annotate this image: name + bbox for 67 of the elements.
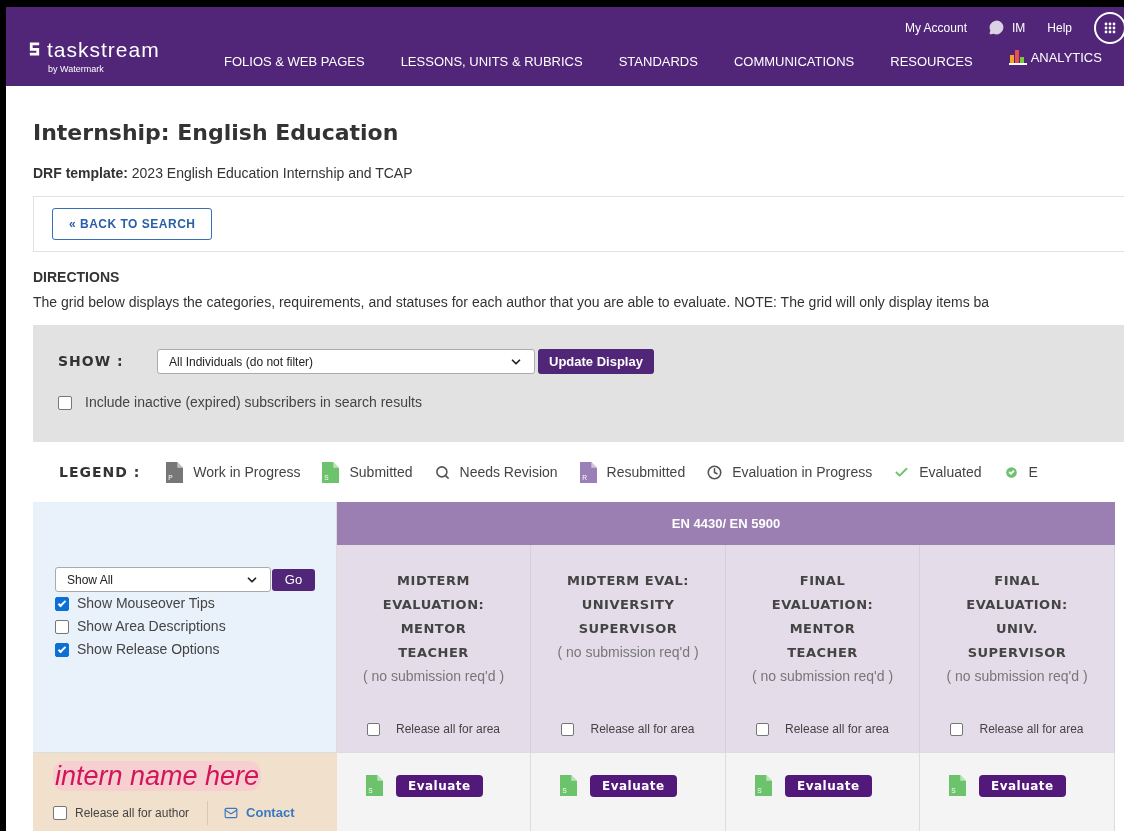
requirement-note: ( no submission req'd ) [750,667,895,686]
legend-item-label: Work in Progress [193,462,301,482]
legend-item-label: Resubmitted [606,462,686,482]
checkbox[interactable] [755,722,769,736]
option-label: Show Release Options [77,640,220,659]
nav-link[interactable]: FOLIOS & WEB PAGES [224,51,365,71]
legend-item-label: Needs Revision [459,462,558,482]
requirement-title: FINAL EVALUATION: MENTOR TEACHER [770,572,875,662]
checkbox[interactable] [561,722,575,736]
nav-link[interactable]: ANALYTICS [1030,47,1102,67]
nav-link[interactable]: STANDARDS [618,51,698,71]
checkbox[interactable] [366,722,380,736]
requirement-title: MIDTERM EVALUATION: MENTOR TEACHER [381,572,486,662]
checkbox[interactable] [55,596,69,611]
release-area-label: Release all for area [590,721,695,738]
top-link[interactable]: My Account [904,18,967,37]
directions-heading: DIRECTIONS [33,268,121,287]
checkbox[interactable] [55,619,69,634]
apps-menu-button[interactable] [1094,11,1124,44]
individuals-select[interactable]: All Individuals (do not filter) [157,349,535,374]
logo-icon [28,41,41,57]
page-title: Internship: English Education [33,119,400,147]
requirement-title: MIDTERM EVAL: UNIVERSITY SUPERVISOR [566,572,690,638]
release-area-label: Release all for area [979,721,1084,738]
checkbox[interactable] [55,642,69,657]
nav-link[interactable]: LESSONS, UNITS & RUBRICS [400,51,583,71]
legend-item-label: Evaluation in Progress [732,462,873,482]
logo-tagline: by Watermark [48,62,105,76]
logo-wordmark: taskstream [47,38,160,60]
show-all-select[interactable]: Show All [55,567,271,592]
requirement-title: FINAL EVALUATION: UNIV. SUPERVISOR [965,572,1069,662]
legend-item-label: Evaluated [919,462,982,482]
evaluate-button[interactable]: Evaluate [979,775,1066,797]
mail-icon [224,806,239,820]
update-display-button[interactable]: Update Display [538,349,654,374]
evaluate-button[interactable]: Evaluate [396,775,483,797]
evaluate-button[interactable]: Evaluate [590,775,677,797]
option-label: Show Area Descriptions [77,617,226,636]
legend-label: LEGEND : [59,462,141,482]
top-link[interactable]: Help [1047,18,1072,37]
option-label: Show Mouseover Tips [77,594,215,613]
release-author-label: Release all for author [75,801,209,825]
requirement-note: ( no submission req'd ) [361,667,506,686]
nav-link[interactable]: RESOURCES [890,51,973,71]
go-button[interactable]: Go [272,568,315,591]
release-area-label: Release all for area [395,721,501,738]
back-to-search-button[interactable]: « BACK TO SEARCH [52,208,213,240]
course-group-header: EN 4430/ EN 5900 [337,502,1115,545]
bar-chart-icon [1008,49,1027,66]
requirement-note: ( no submission req'd ) [945,667,1089,686]
checkbox[interactable] [950,722,964,736]
checkbox[interactable] [53,806,67,820]
show-label: SHOW : [58,352,125,371]
im-link[interactable]: IM [1011,18,1026,37]
evaluate-button[interactable]: Evaluate [785,775,872,797]
legend-item-label: E [1028,462,1038,482]
legend-item-label: Submitted [349,462,413,482]
include-inactive-label: Include inactive (expired) subscribers in search results [85,393,422,412]
nav-link[interactable]: COMMUNICATIONS [733,51,855,71]
template-line: DRF template: 2023 English Education Internship and TCAP [33,164,414,183]
release-area-label: Release all for area [784,721,890,738]
checkbox[interactable] [58,395,72,410]
requirement-note: ( no submission req'd ) [556,643,700,662]
directions-text: The grid below displays the categories, requirements, and statuses for each author that you are able to evaluate. NOTE: The grid will only display items ba [33,293,991,312]
author-name: intern name here [53,761,262,791]
dots-grid-icon [1104,21,1116,34]
chat-icon[interactable] [988,20,1004,35]
